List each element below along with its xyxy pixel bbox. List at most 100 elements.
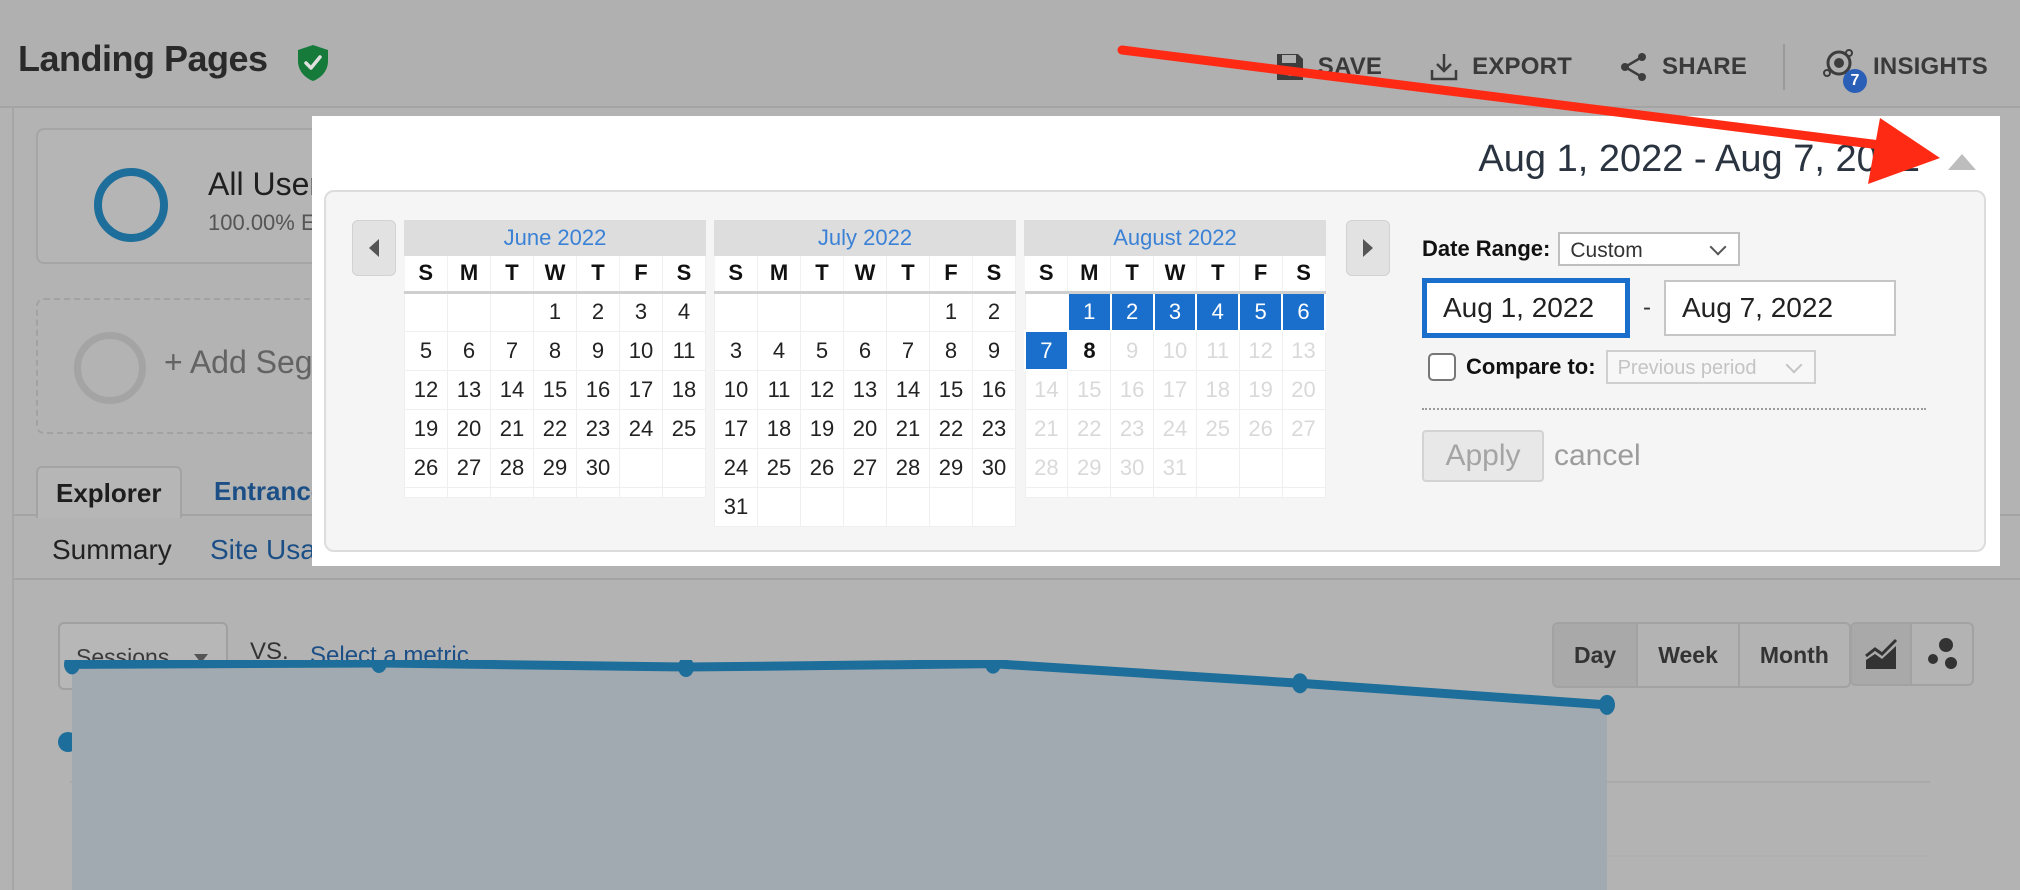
save-button[interactable]: SAVE <box>1274 51 1382 83</box>
day-cell[interactable]: 5 <box>800 330 844 371</box>
day-cell[interactable]: 29 <box>533 447 577 488</box>
day-cell[interactable]: 13 <box>447 369 491 410</box>
day-cell[interactable]: 7 <box>886 330 930 371</box>
day-cell[interactable]: 28 <box>490 447 534 488</box>
day-cell[interactable]: 6 <box>447 330 491 371</box>
day-cell[interactable]: 27 <box>843 447 887 488</box>
day-cell[interactable]: 13 <box>843 369 887 410</box>
day-cell[interactable]: 22 <box>533 408 577 449</box>
day-cell[interactable]: 17 <box>619 369 663 410</box>
day-cell[interactable]: 20 <box>1281 369 1326 410</box>
day-cell[interactable]: 26 <box>800 447 844 488</box>
day-cell[interactable]: 19 <box>800 408 844 449</box>
day-cell[interactable]: 1 <box>929 291 973 332</box>
share-button[interactable]: SHARE <box>1618 51 1747 83</box>
day-cell[interactable]: 11 <box>1195 330 1240 371</box>
start-date-input[interactable] <box>1422 278 1630 338</box>
day-cell[interactable]: 28 <box>1024 447 1069 488</box>
day-cell[interactable]: 18 <box>1195 369 1240 410</box>
day-cell[interactable]: 3 <box>619 291 663 332</box>
day-cell[interactable]: 3 <box>714 330 758 371</box>
day-cell[interactable]: 15 <box>929 369 973 410</box>
cancel-link[interactable]: cancel <box>1554 439 1641 473</box>
day-cell[interactable]: 8 <box>1067 330 1112 371</box>
end-date-input[interactable] <box>1664 280 1896 336</box>
day-cell[interactable]: 17 <box>714 408 758 449</box>
day-cell[interactable]: 16 <box>1110 369 1155 410</box>
day-cell[interactable]: 11 <box>757 369 801 410</box>
day-cell[interactable]: 7 <box>1024 330 1069 371</box>
tab-explorer[interactable]: Explorer <box>36 466 182 518</box>
day-cell[interactable]: 14 <box>886 369 930 410</box>
day-cell[interactable]: 11 <box>662 330 706 371</box>
subtab-summary[interactable]: Summary <box>52 534 172 566</box>
next-month-button[interactable] <box>1346 220 1390 276</box>
day-cell[interactable]: 18 <box>662 369 706 410</box>
day-cell[interactable]: 19 <box>404 408 448 449</box>
day-cell[interactable]: 10 <box>714 369 758 410</box>
day-cell[interactable]: 25 <box>1195 408 1240 449</box>
day-cell[interactable]: 28 <box>886 447 930 488</box>
day-cell[interactable]: 14 <box>1024 369 1069 410</box>
day-cell[interactable]: 18 <box>757 408 801 449</box>
day-cell[interactable]: 1 <box>533 291 577 332</box>
day-cell[interactable]: 20 <box>843 408 887 449</box>
data-point[interactable] <box>1292 673 1308 694</box>
day-cell[interactable]: 31 <box>714 486 758 527</box>
day-cell[interactable]: 20 <box>447 408 491 449</box>
day-cell[interactable]: 10 <box>1153 330 1197 371</box>
day-cell[interactable]: 30 <box>972 447 1016 488</box>
day-cell[interactable]: 1 <box>1066 291 1112 332</box>
day-cell[interactable]: 16 <box>972 369 1016 410</box>
day-cell[interactable]: 23 <box>1110 408 1155 449</box>
day-cell[interactable]: 4 <box>662 291 706 332</box>
day-cell[interactable]: 29 <box>929 447 973 488</box>
date-range-display[interactable]: Aug 1, 2022 - Aug 7, 2022 <box>1478 138 1920 181</box>
day-cell[interactable]: 15 <box>1067 369 1112 410</box>
day-cell[interactable]: 9 <box>576 330 620 371</box>
day-cell[interactable]: 31 <box>1153 447 1197 488</box>
day-cell[interactable]: 13 <box>1281 330 1326 371</box>
day-cell[interactable]: 8 <box>929 330 973 371</box>
day-cell[interactable]: 25 <box>662 408 706 449</box>
day-cell[interactable]: 4 <box>757 330 801 371</box>
day-cell[interactable]: 21 <box>886 408 930 449</box>
day-cell[interactable]: 26 <box>404 447 448 488</box>
day-cell[interactable]: 30 <box>576 447 620 488</box>
day-cell[interactable]: 4 <box>1195 291 1241 332</box>
day-cell[interactable]: 7 <box>490 330 534 371</box>
day-cell[interactable]: 21 <box>1024 408 1069 449</box>
day-cell[interactable]: 27 <box>447 447 491 488</box>
day-cell[interactable]: 3 <box>1152 291 1198 332</box>
apply-button[interactable]: Apply <box>1422 430 1544 482</box>
day-cell[interactable]: 22 <box>1067 408 1112 449</box>
day-cell[interactable]: 26 <box>1238 408 1283 449</box>
day-cell[interactable]: 14 <box>490 369 534 410</box>
day-cell[interactable]: 16 <box>576 369 620 410</box>
day-cell[interactable]: 23 <box>576 408 620 449</box>
day-cell[interactable]: 22 <box>929 408 973 449</box>
day-cell[interactable]: 9 <box>1110 330 1155 371</box>
day-cell[interactable]: 2 <box>576 291 620 332</box>
compare-select[interactable]: Previous period <box>1605 350 1816 384</box>
day-cell[interactable]: 8 <box>533 330 577 371</box>
day-cell[interactable]: 15 <box>533 369 577 410</box>
day-cell[interactable]: 29 <box>1067 447 1112 488</box>
compare-checkbox[interactable] <box>1428 353 1456 381</box>
collapse-triangle-icon[interactable] <box>1948 154 1976 170</box>
day-cell[interactable]: 30 <box>1110 447 1155 488</box>
day-cell[interactable]: 24 <box>619 408 663 449</box>
day-cell[interactable]: 25 <box>757 447 801 488</box>
day-cell[interactable]: 2 <box>1109 291 1155 332</box>
insights-button[interactable]: 7 INSIGHTS <box>1821 47 1988 93</box>
day-cell[interactable]: 21 <box>490 408 534 449</box>
day-cell[interactable]: 6 <box>843 330 887 371</box>
day-cell[interactable]: 5 <box>404 330 448 371</box>
prev-month-button[interactable] <box>352 220 396 276</box>
day-cell[interactable]: 23 <box>972 408 1016 449</box>
day-cell[interactable]: 24 <box>1153 408 1197 449</box>
day-cell[interactable]: 10 <box>619 330 663 371</box>
export-button[interactable]: EXPORT <box>1428 51 1572 83</box>
day-cell[interactable]: 6 <box>1281 291 1326 332</box>
day-cell[interactable]: 12 <box>1238 330 1283 371</box>
